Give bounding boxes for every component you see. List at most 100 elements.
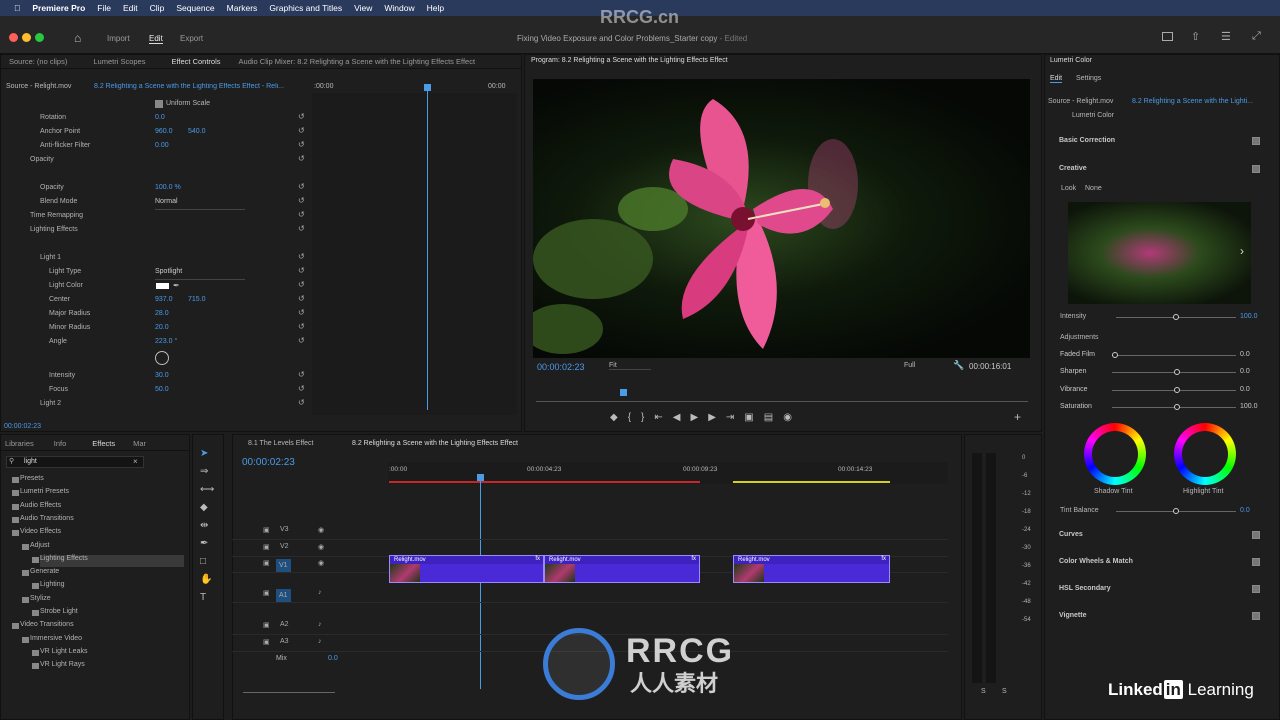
menu-graphics[interactable]: Graphics and Titles <box>269 3 342 13</box>
ec-value-anchor-point[interactable]: 960.0 <box>155 128 173 140</box>
reset-icon[interactable]: ↺ <box>298 112 305 121</box>
track-visibility-icon[interactable]: ◉ <box>318 526 324 534</box>
lumetri-section-header[interactable]: Basic Correction <box>1059 137 1115 144</box>
ec-value2-center[interactable]: 715.0 <box>188 296 206 308</box>
program-timecode[interactable]: 00:00:02:23 <box>537 362 585 372</box>
effects-tree-item[interactable]: Presets <box>20 475 44 487</box>
highlight-tint-wheel[interactable] <box>1174 423 1236 485</box>
program-scrubber[interactable] <box>536 401 1028 402</box>
ec-value-intensity[interactable]: 30.0 <box>155 372 169 384</box>
section-enable-checkbox[interactable] <box>1252 585 1260 593</box>
intensity-value[interactable]: 100.0 <box>1240 313 1258 320</box>
section-enable-checkbox[interactable] <box>1252 137 1260 145</box>
reset-icon[interactable]: ↺ <box>298 224 305 233</box>
ec-value-rotation[interactable]: 0.0 <box>155 114 165 126</box>
lumetri-param-value[interactable]: 0.0 <box>1240 351 1250 358</box>
lumetri-section-header[interactable]: Vignette <box>1059 612 1087 619</box>
pen-tool-icon[interactable]: ✒ <box>200 538 208 549</box>
tab-effects[interactable]: Effects <box>92 439 115 448</box>
menu-file[interactable]: File <box>97 3 111 13</box>
razor-tool-icon[interactable]: ◆ <box>200 502 208 513</box>
effects-tree-item[interactable]: Lighting <box>40 581 65 593</box>
share-icon[interactable]: ⇧ <box>1191 30 1200 43</box>
lumetri-title[interactable]: Lumetri Color <box>1050 57 1092 64</box>
close-window-button[interactable] <box>9 33 18 42</box>
adjustments-label[interactable]: Adjustments <box>1060 334 1099 341</box>
effects-tree-item[interactable]: Adjust <box>30 542 49 554</box>
lumetri-effect-select[interactable]: Lumetri Color <box>1072 112 1240 119</box>
effects-tree-item[interactable]: Audio Effects <box>20 502 61 514</box>
track-label-a2[interactable]: A2 <box>280 621 289 628</box>
quality-select[interactable]: Full <box>904 362 940 369</box>
lumetri-param-slider[interactable] <box>1112 352 1236 358</box>
lumetri-param-slider[interactable] <box>1112 404 1236 410</box>
menu-sequence[interactable]: Sequence <box>176 3 214 13</box>
tab-import[interactable]: Import <box>107 34 130 43</box>
track-visibility-icon[interactable]: ◉ <box>318 559 324 567</box>
app-menu[interactable]: Premiere Pro <box>32 3 85 13</box>
ec-current-time[interactable]: 00:00:02:23 <box>4 423 41 430</box>
reset-icon[interactable]: ↺ <box>298 126 305 135</box>
track-lock-icon[interactable]: ▣ <box>263 621 270 629</box>
effects-tree-item[interactable]: Lighting Effects <box>40 554 184 567</box>
reset-icon[interactable]: ↺ <box>298 210 305 219</box>
ec-value-anti-flicker-filter[interactable]: 0.00 <box>155 142 169 154</box>
lumetri-source[interactable]: Source - Relight.mov <box>1048 98 1113 105</box>
tab-markers[interactable]: Mar <box>133 439 146 448</box>
lumetri-sequence[interactable]: 8.2 Relighting a Scene with the Lighti..… <box>1132 98 1253 105</box>
menu-window[interactable]: Window <box>384 3 414 13</box>
light-color-swatch[interactable] <box>156 283 169 289</box>
timeline-clip[interactable]: Relight.mov fx <box>389 555 544 583</box>
reset-icon[interactable]: ↺ <box>298 384 305 393</box>
menu-view[interactable]: View <box>354 3 372 13</box>
section-enable-checkbox[interactable] <box>1252 531 1260 539</box>
reset-icon[interactable]: ↺ <box>298 140 305 149</box>
timeline-clip[interactable]: Relight.mov fx <box>733 555 890 583</box>
apple-icon[interactable]:  <box>14 3 20 13</box>
look-next-icon[interactable]: › <box>1240 244 1244 258</box>
lumetri-param-value[interactable]: 0.0 <box>1240 368 1250 375</box>
track-label-a3[interactable]: A3 <box>280 638 289 645</box>
menu-markers[interactable]: Markers <box>227 3 258 13</box>
reset-icon[interactable]: ↺ <box>298 308 305 317</box>
lumetri-param-slider[interactable] <box>1112 387 1236 393</box>
track-mic-icon[interactable]: ♪ <box>318 638 322 645</box>
extract-icon[interactable]: ▤ <box>764 412 783 423</box>
intensity-slider[interactable] <box>1116 314 1236 320</box>
track-lock-icon[interactable]: ▣ <box>263 638 270 646</box>
menu-help[interactable]: Help <box>427 3 444 13</box>
track-select-tool-icon[interactable]: ⇒ <box>200 466 208 477</box>
lumetri-param-value[interactable]: 100.0 <box>1240 403 1258 410</box>
reset-icon[interactable]: ↺ <box>298 336 305 345</box>
effects-tree-item[interactable]: Immersive Video <box>30 635 82 647</box>
effects-tree-item[interactable]: Video Effects <box>20 528 61 540</box>
reset-icon[interactable]: ↺ <box>298 196 305 205</box>
ec-playhead[interactable] <box>427 86 428 410</box>
workspaces-menu-icon[interactable]: ☰ <box>1221 30 1231 43</box>
type-tool-icon[interactable]: T <box>200 592 206 603</box>
reset-icon[interactable]: ↺ <box>298 182 305 191</box>
track-lock-icon[interactable]: ▣ <box>263 526 270 534</box>
effects-tree-item[interactable]: VR Light Rays <box>40 661 85 673</box>
ec-value2-anchor-point[interactable]: 540.0 <box>188 128 206 140</box>
lumetri-section-header[interactable]: Color Wheels & Match <box>1059 558 1133 565</box>
tab-edit[interactable]: Edit <box>149 34 163 44</box>
effects-tree-item[interactable]: Audio Transitions <box>20 515 74 527</box>
tint-balance-slider[interactable] <box>1116 508 1236 514</box>
wrench-icon[interactable]: 🔧 <box>953 360 964 371</box>
track-lock-icon[interactable]: ▣ <box>263 559 270 567</box>
selection-tool-icon[interactable]: ➤ <box>200 448 208 459</box>
tab-audio-mixer[interactable]: Audio Clip Mixer: 8.2 Relighting a Scene… <box>239 57 476 66</box>
reset-icon[interactable]: ↺ <box>298 370 305 379</box>
step-back-icon[interactable]: ◀ <box>673 412 691 423</box>
reset-icon[interactable]: ↺ <box>298 266 305 275</box>
tab-libraries[interactable]: Libraries <box>5 439 34 448</box>
tab-source[interactable]: Source: (no clips) <box>9 57 67 66</box>
effects-tree-item[interactable]: Generate <box>30 568 59 580</box>
effects-search-value[interactable]: light <box>24 458 37 465</box>
go-to-in-icon[interactable]: ⇤ <box>654 412 672 423</box>
fit-select[interactable]: Fit <box>609 362 651 370</box>
reset-icon[interactable]: ↺ <box>298 398 305 407</box>
mark-in-icon[interactable]: { <box>628 412 641 423</box>
section-enable-checkbox[interactable] <box>1252 558 1260 566</box>
